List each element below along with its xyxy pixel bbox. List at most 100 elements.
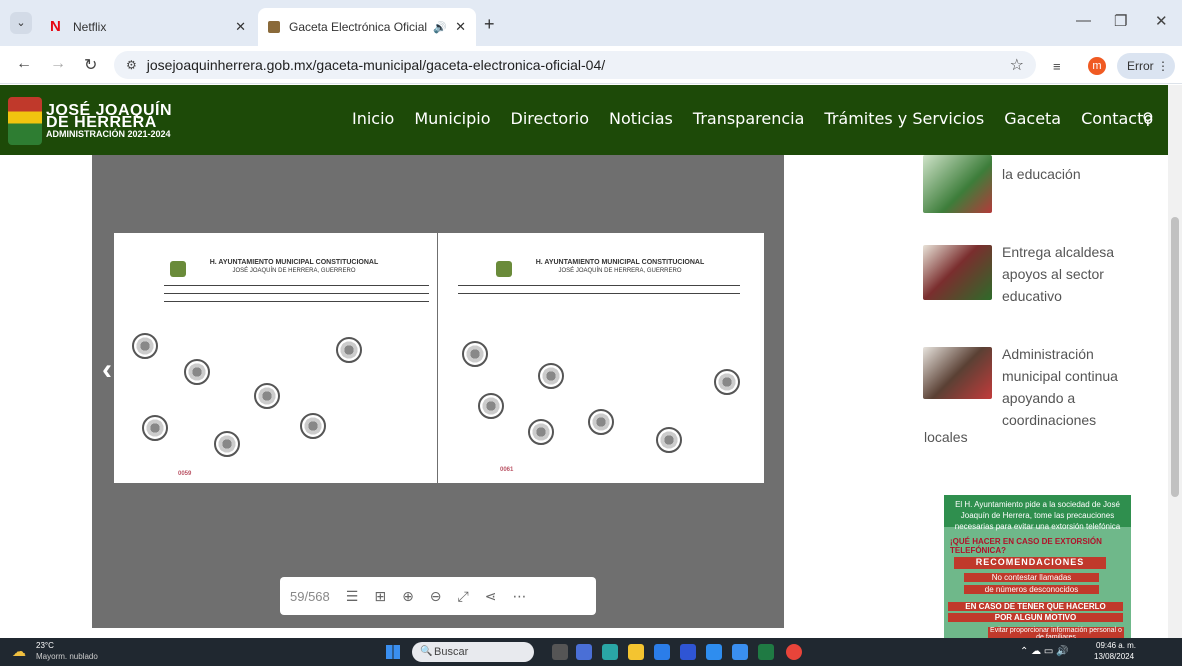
logo-subtitle: ADMINISTRACIÓN 2021-2024 [46,129,171,139]
reading-list-icon[interactable]: ≡ [1053,59,1061,74]
municipal-crest-logo[interactable] [8,97,42,145]
page-number: 0061 [500,467,514,473]
menu-item-municipio[interactable]: Municipio [414,109,490,128]
menu-item-gaceta[interactable]: Gaceta [1004,109,1061,128]
crest-icon [496,261,512,277]
official-seal [478,393,504,419]
official-seal [538,363,564,389]
forward-icon[interactable]: → [50,55,66,73]
table-of-contents-icon[interactable]: ☰ [346,588,359,605]
banner-intro: El H. Ayuntamiento pide a la sociedad de… [944,495,1131,531]
system-tray-icons[interactable]: ⌃ ☁ ▭ 🔊 [1020,646,1069,657]
outlook-icon[interactable] [732,644,748,660]
reload-icon[interactable]: ↻ [84,55,97,75]
bookmark-star-icon[interactable]: ☆ [1010,55,1024,75]
edge-icon[interactable] [602,644,618,660]
page-indicator[interactable]: 59/568 [290,589,330,604]
pdf-toolbar: 59/568 ☰ ⊞ ⊕ ⊖ ⤢ ⋖ ⋯ [280,577,596,615]
browser-toolbar: ← → ↻ ⚙ josejoaquinherrera.gob.mx/gaceta… [0,46,1182,84]
extortion-warning-banner[interactable]: El H. Ayuntamiento pide a la sociedad de… [944,495,1131,638]
taskbar-search[interactable]: 🔍 Buscar [412,642,534,662]
page-header: H. AYUNTAMIENTO MUNICIPAL CONSTITUCIONAL… [530,259,710,274]
menu-item-noticias[interactable]: Noticias [609,109,673,128]
official-seal [462,341,488,367]
browser-tab-bar: ⌄ N Netflix ✕ Gaceta Electrónica Oficial… [0,0,1182,46]
clock-date[interactable]: 13/08/2024 [1094,652,1134,661]
page-number: 0059 [178,471,192,477]
taskbar-search-label: Buscar [434,646,469,658]
menu-item-transparencia[interactable]: Transparencia [693,109,805,128]
back-icon[interactable]: ← [16,55,32,73]
profile-avatar[interactable]: m [1088,57,1106,75]
windows-start-icon[interactable] [386,645,400,659]
tab-search-chevron-icon[interactable]: ⌄ [10,12,32,34]
table-rule [458,293,740,294]
tab-gaceta[interactable]: Gaceta Electrónica Oficial 04 | 🔊 ✕ [258,8,476,46]
windows-taskbar: ☁ 23°C Mayorm. nublado 🔍 Buscar ⌃ ☁ ▭ 🔊 … [0,638,1182,666]
zoom-out-icon[interactable]: ⊖ [430,588,442,605]
clock-time[interactable]: 09:46 a. m. [1096,641,1136,650]
thumbnails-grid-icon[interactable]: ⊞ [374,588,386,605]
official-seal [300,413,326,439]
close-window-icon[interactable]: ✕ [1155,12,1168,30]
search-icon: 🔍 [420,646,433,657]
address-bar[interactable]: ⚙ josejoaquinherrera.gob.mx/gaceta-munic… [114,51,1036,79]
new-tab-plus-icon[interactable]: + [484,14,495,35]
banner-line: POR ALGUN MOTIVO [948,613,1123,622]
netflix-favicon-icon: N [50,18,61,35]
news-title[interactable]: Administración municipal continua apoyan… [1002,343,1140,431]
close-tab-icon[interactable]: ✕ [235,19,246,35]
scrollbar-thumb[interactable] [1171,217,1179,497]
tab-netflix[interactable]: N Netflix ✕ [40,8,256,46]
more-options-icon[interactable]: ⋯ [512,588,526,605]
url-text[interactable]: josejoaquinherrera.gob.mx/gaceta-municip… [147,57,605,73]
share-icon[interactable]: ⋖ [485,588,497,605]
banner-line: EN CASO DE TENER QUE HACERLO [948,602,1123,611]
excel-icon[interactable] [758,644,774,660]
chrome-active-icon[interactable] [786,644,802,660]
tab-title: Gaceta Electrónica Oficial 04 | [289,20,429,34]
menu-item-directorio[interactable]: Directorio [511,109,590,128]
banner-line: No contestar llamadas [964,573,1099,582]
restore-icon[interactable]: ❐ [1114,12,1127,30]
site-info-icon[interactable]: ⚙ [126,58,137,72]
page-header-sub: JOSÉ JOAQUÍN DE HERRERA, GUERRERO [558,268,682,274]
news-title[interactable]: la educación [1002,163,1140,185]
news-title-tail[interactable]: locales [924,429,968,445]
fullscreen-icon[interactable]: ⤢ [458,588,469,605]
prev-page-arrow-icon[interactable]: ‹ [102,353,112,387]
table-rule [164,293,429,294]
news-thumbnail[interactable] [923,245,992,300]
zoom-in-icon[interactable]: ⊕ [402,588,414,605]
weather-cloud-icon[interactable]: ☁ [12,643,26,660]
news-thumbnail[interactable] [923,155,992,213]
chrome-icon[interactable] [706,644,722,660]
banner-question: ¡QUÉ HACER EN CASO DE EXTORSIÓN TELEFÓNI… [950,537,1102,555]
official-seal [184,359,210,385]
banner-line: de números desconocidos [964,585,1099,594]
news-thumbnail[interactable] [923,347,992,399]
word-icon[interactable] [680,644,696,660]
pdf-flipbook-viewer[interactable]: H. AYUNTAMIENTO MUNICIPAL CONSTITUCIONAL… [92,155,784,628]
page-header-title: H. AYUNTAMIENTO MUNICIPAL CONSTITUCIONAL [535,259,705,266]
table-rule [458,285,740,286]
weather-description[interactable]: Mayorm. nublado [36,652,98,661]
close-tab-icon[interactable]: ✕ [455,19,466,35]
minimize-icon[interactable]: — [1076,12,1091,29]
teams-icon[interactable] [576,644,592,660]
menu-item-inicio[interactable]: Inicio [352,109,394,128]
page-scrollbar[interactable] [1168,85,1182,638]
task-view-icon[interactable] [552,644,568,660]
official-seal [656,427,682,453]
file-explorer-icon[interactable] [628,644,644,660]
speaker-icon[interactable]: 🔊 [433,21,447,34]
next-page-arrow-icon[interactable]: › [752,353,762,387]
menu-item-tramites[interactable]: Trámites y Servicios [824,109,984,128]
news-title[interactable]: Entrega alcaldesa apoyos al sector educa… [1002,241,1140,307]
banner-heading: RECOMENDACIONES [954,557,1106,569]
weather-temperature[interactable]: 23°C [36,641,54,650]
store-icon[interactable] [654,644,670,660]
error-button[interactable]: Error ⋮ [1117,53,1175,79]
banner-line: Evitar proporcionar información personal… [988,627,1124,638]
search-icon[interactable]: ⚲ [1142,109,1154,129]
